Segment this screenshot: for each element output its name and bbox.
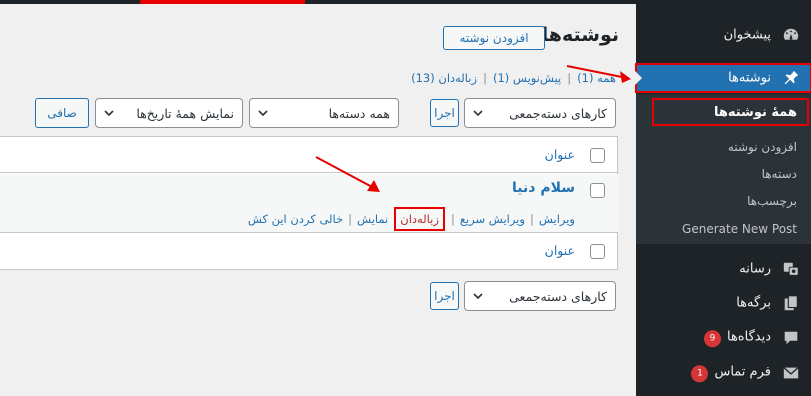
status-filters: همه (1) | پیش‌نویس (1) | زباله‌دان (13): [411, 71, 616, 85]
row-action-empty-cache[interactable]: خالی کردن این کش: [248, 212, 343, 226]
filter-button[interactable]: صافی: [35, 98, 89, 128]
page-title: نوشته‌ها: [541, 24, 619, 46]
menu-comments-text: دیدگاه‌ها: [726, 329, 771, 345]
menu-posts-label: نوشته‌ها: [728, 70, 771, 86]
posts-submenu: همهٔ نوشته‌ها افزودن نوشته دسته‌ها برچسب…: [636, 94, 811, 244]
table-header-row: عنوان: [0, 137, 618, 173]
menu-comments-label: دیدگاه‌ها 9: [703, 329, 771, 347]
dashboard-icon: [781, 25, 801, 45]
pin-icon: [781, 68, 801, 88]
action-separator: |: [450, 212, 455, 226]
menu-dashboard[interactable]: پیشخوان: [636, 22, 811, 48]
action-separator: |: [348, 212, 353, 226]
submenu-tags[interactable]: برچسب‌ها: [747, 194, 797, 208]
posts-table: عنوان سلام دنیا ویرایش | ویرایش سریع | ز…: [0, 136, 618, 270]
column-title-footer[interactable]: عنوان: [545, 243, 575, 258]
menu-comments[interactable]: دیدگاه‌ها 9: [636, 325, 811, 351]
current-menu-notch: [635, 71, 642, 85]
filter-separator: |: [483, 71, 487, 85]
menu-contact[interactable]: فرم تماس 1: [636, 360, 811, 386]
table-row: سلام دنیا ویرایش | ویرایش سریع | زباله‌د…: [0, 174, 618, 232]
row-action-edit[interactable]: ویرایش: [539, 212, 575, 226]
add-new-post-button[interactable]: افزودن نوشته: [443, 26, 545, 50]
filter-trash[interactable]: زباله‌دان (13): [411, 71, 477, 85]
bulk-actions-select-top[interactable]: کارهای دسته‌جمعی: [464, 98, 616, 128]
bulk-actions-select-bottom[interactable]: کارهای دسته‌جمعی: [464, 281, 616, 311]
chevron-down-icon: [258, 110, 268, 116]
select-all-checkbox[interactable]: [590, 148, 605, 163]
row-action-view[interactable]: نمایش: [357, 212, 388, 226]
apply-button-top[interactable]: اجرا: [430, 99, 459, 127]
category-filter-value: همه دسته‌ها: [328, 105, 390, 121]
menu-media[interactable]: رسانه: [636, 256, 811, 282]
submenu-all-posts[interactable]: همهٔ نوشته‌ها: [652, 98, 809, 126]
menu-contact-text: فرم تماس: [714, 364, 771, 380]
pages-icon: [781, 293, 801, 313]
date-filter-select[interactable]: نمایش همهٔ تاریخ‌ها: [95, 98, 243, 128]
chevron-down-icon: [473, 110, 483, 116]
admin-sidebar: پیشخوان نوشته‌ها همهٔ نوشته‌ها افزودن نو…: [635, 0, 811, 396]
media-icon: [781, 259, 801, 279]
select-all-checkbox-footer[interactable]: [590, 244, 605, 259]
table-footer-row: عنوان: [0, 232, 618, 270]
menu-pages-label: برگه‌ها: [736, 295, 771, 311]
submenu-generate-new-post[interactable]: Generate New Post: [682, 222, 797, 236]
row-action-quick-edit[interactable]: ویرایش سریع: [460, 212, 525, 226]
submenu-categories[interactable]: دسته‌ها: [762, 167, 797, 181]
column-title-header[interactable]: عنوان: [545, 147, 575, 162]
comments-count-badge: 9: [703, 329, 721, 347]
comment-bubble-icon: [781, 328, 801, 348]
chevron-down-icon: [104, 110, 114, 116]
bulk-actions-value-bottom: کارهای دسته‌جمعی: [509, 288, 607, 304]
bulk-actions-value: کارهای دسته‌جمعی: [509, 105, 607, 121]
filter-drafts[interactable]: پیش‌نویس (1): [493, 71, 561, 85]
action-separator: |: [529, 212, 534, 226]
row-actions: ویرایش | ویرایش سریع | زباله‌دان نمایش |…: [248, 207, 575, 231]
filter-separator: |: [567, 71, 572, 85]
post-title-link[interactable]: سلام دنیا: [512, 180, 575, 196]
row-checkbox[interactable]: [590, 183, 605, 198]
menu-media-label: رسانه: [739, 261, 771, 277]
category-filter-select[interactable]: همه دسته‌ها: [249, 98, 399, 128]
apply-button-bottom[interactable]: اجرا: [430, 282, 459, 310]
chevron-down-icon: [473, 293, 483, 299]
menu-dashboard-label: پیشخوان: [723, 27, 771, 43]
menu-posts[interactable]: نوشته‌ها: [635, 63, 811, 93]
envelope-icon: [781, 363, 801, 383]
submenu-add-post[interactable]: افزودن نوشته: [728, 140, 797, 154]
menu-pages[interactable]: برگه‌ها: [636, 290, 811, 316]
filter-all[interactable]: همه (1): [577, 71, 616, 85]
admin-bar-highlight: [140, 0, 305, 4]
menu-contact-label: فرم تماس 1: [691, 364, 771, 382]
date-filter-value: نمایش همهٔ تاریخ‌ها: [136, 105, 234, 121]
contact-count-badge: 1: [691, 364, 709, 382]
row-action-trash[interactable]: زباله‌دان: [394, 207, 445, 231]
